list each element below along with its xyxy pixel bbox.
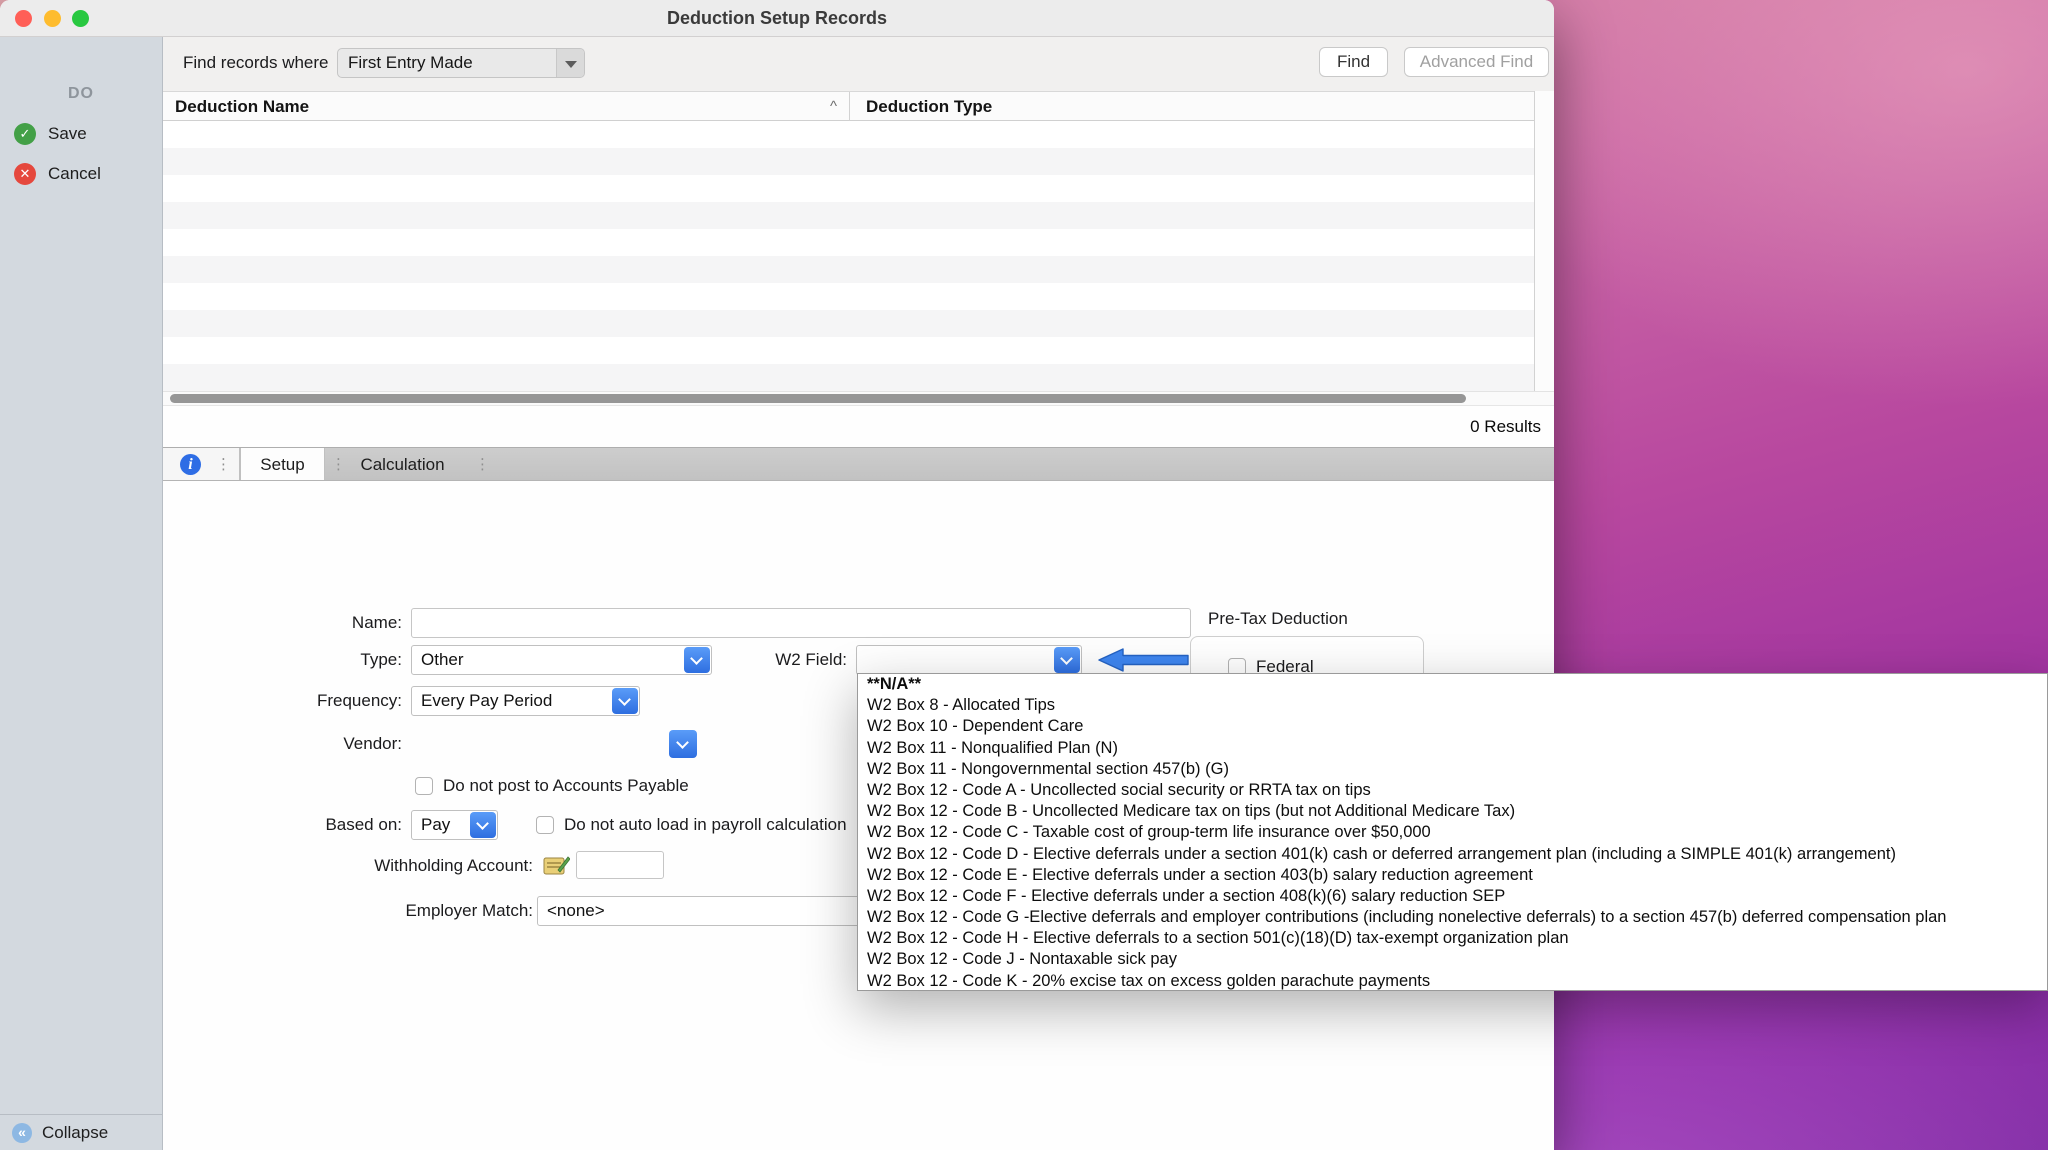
collapse-label: Collapse — [42, 1115, 108, 1150]
results-count: 0 Results — [1470, 416, 1541, 438]
based-on-select[interactable]: Pay — [411, 810, 498, 840]
type-dropdown-button[interactable] — [684, 647, 710, 673]
w2-field-option[interactable]: W2 Box 12 - Code J - Nontaxable sick pay — [858, 949, 2047, 970]
chevron-down-icon — [1060, 652, 1073, 665]
close-window-button[interactable] — [15, 10, 32, 27]
w2-field-option[interactable]: W2 Box 11 - Nonqualified Plan (N) — [858, 738, 2047, 759]
collapse-chevron-icon: « — [12, 1123, 32, 1143]
frequency-label: Frequency: — [240, 686, 402, 716]
no-autoload-checkbox[interactable] — [536, 816, 554, 834]
cancel-button-label: Cancel — [48, 161, 101, 187]
find-bar: Find records where First Entry Made Find… — [163, 37, 1554, 91]
w2-field-option[interactable]: **N/A** — [858, 674, 2047, 695]
chevron-down-icon — [690, 652, 703, 665]
table-vertical-scrollbar-area[interactable] — [1534, 91, 1554, 391]
w2-field-option[interactable]: W2 Box 12 - Code G -Elective deferrals a… — [858, 907, 2047, 928]
minimize-window-button[interactable] — [44, 10, 61, 27]
desktop-background: Deduction Setup Records DO ✓ Save ✕ Canc… — [0, 0, 2048, 1150]
frequency-select[interactable]: Every Pay Period — [411, 686, 640, 716]
dropdown-cap — [556, 49, 584, 77]
column-header-deduction-name[interactable]: Deduction Name — [175, 92, 309, 121]
type-label: Type: — [240, 645, 402, 675]
chevron-down-icon — [676, 736, 689, 749]
collapse-sidebar-button[interactable]: « Collapse — [0, 1114, 162, 1150]
chevron-down-icon — [565, 61, 577, 68]
frequency-dropdown-button[interactable] — [612, 688, 638, 714]
annotation-arrow-icon — [1096, 646, 1191, 674]
withholding-account-input[interactable] — [576, 851, 664, 879]
w2-field-option[interactable]: W2 Box 12 - Code E - Elective deferrals … — [858, 865, 2047, 886]
w2-field-dropdown-list: **N/A**W2 Box 8 - Allocated TipsW2 Box 1… — [857, 673, 2048, 991]
sort-ascending-indicator[interactable]: ^ — [830, 92, 837, 121]
cancel-button[interactable]: ✕ Cancel — [0, 161, 162, 187]
pretax-deduction-label: Pre-Tax Deduction — [1208, 604, 1428, 634]
table-horizontal-scrollbar[interactable] — [163, 391, 1554, 406]
w2-field-option[interactable]: W2 Box 12 - Code H - Elective deferrals … — [858, 928, 2047, 949]
frequency-value: Every Pay Period — [421, 691, 552, 710]
find-button[interactable]: Find — [1319, 47, 1388, 77]
sidebar-header: DO — [0, 85, 162, 103]
w2-field-option[interactable]: W2 Box 10 - Dependent Care — [858, 716, 2047, 737]
zoom-window-button[interactable] — [72, 10, 89, 27]
find-records-where-label: Find records where — [183, 48, 329, 78]
name-label: Name: — [240, 608, 402, 638]
w2-field-select[interactable] — [856, 645, 1082, 675]
cancel-x-icon: ✕ — [14, 163, 36, 185]
info-segment: i ⋮ — [163, 448, 240, 480]
no-post-ap-label: Do not post to Accounts Payable — [443, 771, 863, 801]
vendor-dropdown-button[interactable] — [669, 730, 697, 758]
window-titlebar[interactable]: Deduction Setup Records — [0, 0, 1554, 37]
deduction-table-body[interactable] — [163, 121, 1554, 391]
w2-field-label: W2 Field: — [740, 645, 847, 675]
detail-tab-bar: i ⋮ Setup ⋮ Calculation ⋮ — [163, 447, 1554, 481]
employer-match-select[interactable]: <none> — [537, 896, 902, 926]
chevron-down-icon — [618, 693, 631, 706]
save-check-icon: ✓ — [14, 123, 36, 145]
horizontal-scrollbar-thumb[interactable] — [170, 394, 1466, 403]
w2-field-option[interactable]: W2 Box 12 - Code F - Elective deferrals … — [858, 886, 2047, 907]
withholding-account-label: Withholding Account: — [330, 851, 533, 881]
no-post-ap-checkbox[interactable] — [415, 777, 433, 795]
name-input[interactable] — [411, 608, 1191, 638]
info-icon[interactable]: i — [180, 454, 201, 475]
w2-field-option[interactable]: W2 Box 12 - Code B - Uncollected Medicar… — [858, 801, 2047, 822]
column-header-deduction-type[interactable]: Deduction Type — [866, 92, 992, 121]
find-filter-dropdown[interactable]: First Entry Made — [337, 48, 585, 78]
based-on-value: Pay — [421, 815, 450, 834]
type-select[interactable]: Other — [411, 645, 712, 675]
account-ledger-icon[interactable] — [543, 854, 570, 877]
deduction-table-header: Deduction Name ^ Deduction Type — [163, 91, 1554, 121]
w2-field-option[interactable]: W2 Box 12 - Code C - Taxable cost of gro… — [858, 822, 2047, 843]
advanced-find-button[interactable]: Advanced Find — [1404, 47, 1549, 77]
tab-calculation[interactable]: Calculation — [350, 448, 455, 480]
type-value: Other — [421, 650, 464, 669]
w2-field-option[interactable]: W2 Box 12 - Code D - Elective deferrals … — [858, 844, 2047, 865]
w2-field-option[interactable]: W2 Box 11 - Nongovernmental section 457(… — [858, 759, 2047, 780]
vendor-label: Vendor: — [240, 729, 402, 759]
column-divider[interactable] — [849, 92, 850, 122]
drag-dots-icon[interactable]: ⋮ — [475, 448, 490, 481]
chevron-down-icon — [476, 817, 489, 830]
tab-setup[interactable]: Setup — [240, 448, 325, 480]
save-button[interactable]: ✓ Save — [0, 121, 162, 147]
w2-field-option[interactable]: W2 Box 12 - Code A - Uncollected social … — [858, 780, 2047, 801]
employer-match-label: Employer Match: — [330, 896, 533, 926]
based-on-dropdown-button[interactable] — [470, 812, 496, 838]
w2-field-dropdown-button[interactable] — [1054, 647, 1080, 673]
drag-dots-icon[interactable]: ⋮ — [331, 448, 346, 481]
based-on-label: Based on: — [240, 810, 402, 840]
window-title: Deduction Setup Records — [0, 0, 1554, 37]
sidebar: DO ✓ Save ✕ Cancel « Collapse — [0, 37, 163, 1150]
w2-field-option[interactable]: W2 Box 8 - Allocated Tips — [858, 695, 2047, 716]
drag-dots-icon[interactable]: ⋮ — [216, 448, 231, 481]
w2-field-option[interactable]: W2 Box 12 - Code K - 20% excise tax on e… — [858, 971, 2047, 991]
save-button-label: Save — [48, 121, 87, 147]
find-filter-value: First Entry Made — [348, 53, 473, 72]
employer-match-value: <none> — [547, 901, 605, 920]
